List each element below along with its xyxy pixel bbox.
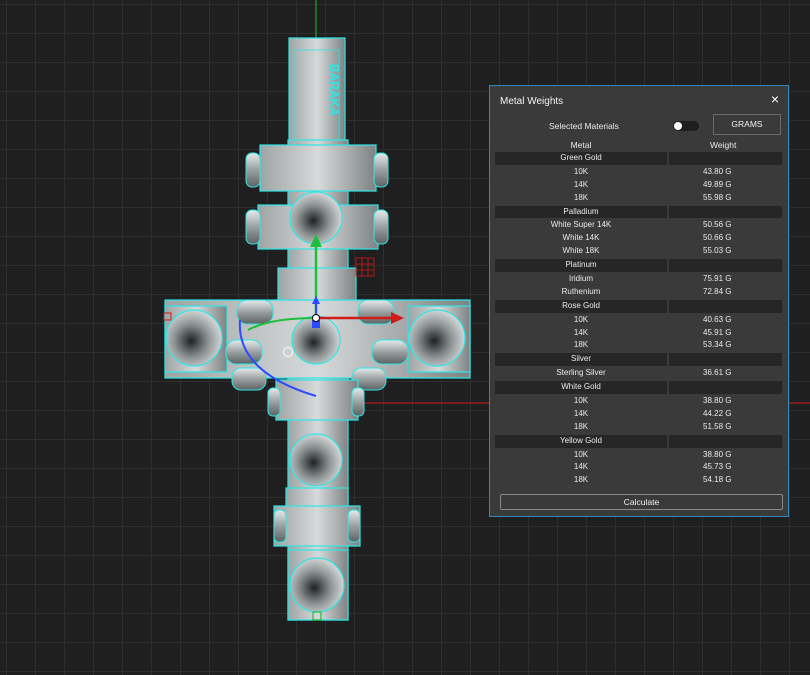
close-icon[interactable]: × (771, 92, 779, 106)
metal-name: 10K (573, 449, 589, 459)
metal-group-row: Silver (495, 353, 782, 367)
metal-weight: 44.22 G (703, 408, 732, 418)
metal-group-name: Palladium (563, 206, 599, 216)
metal-name: 10K (573, 314, 589, 324)
metal-weight: 38.80 G (703, 449, 732, 459)
metal-weight: 75.91 G (703, 274, 732, 284)
metal-weight: 40.63 G (703, 314, 732, 324)
metal-group-row: Green Gold (495, 152, 782, 165)
metal-group-name: Green Gold (560, 153, 602, 162)
metal-weights-panel: Metal Weights × Selected Materials GRAMS… (489, 85, 789, 517)
metal-weight: 51.58 G (703, 421, 732, 431)
metal-name: 10K (573, 396, 589, 406)
panel-title: Metal Weights (500, 96, 564, 107)
metal-name: White 14K (562, 233, 600, 243)
table-row: 10K 38.80 G (495, 449, 782, 462)
metal-weight: 55.98 G (703, 192, 732, 202)
metal-name: 18K (573, 192, 589, 202)
table-row: Ruthenium 72.84 G (495, 286, 782, 299)
metal-name: 18K (573, 340, 589, 350)
column-divider (667, 205, 669, 219)
table-row: White 14K 50.66 G (495, 232, 782, 245)
table-row: Sterling Silver 36.61 G (495, 367, 782, 380)
calculate-button[interactable]: Calculate (500, 494, 783, 510)
metal-weight: 55.03 G (703, 246, 732, 256)
metal-group-name: Silver (570, 354, 591, 364)
units-button[interactable]: GRAMS (713, 114, 781, 135)
metal-group-row: Platinum (495, 259, 782, 273)
column-divider (667, 434, 669, 448)
column-divider (667, 259, 669, 273)
table-row: 18K 55.98 G (495, 192, 782, 205)
metal-weight: 49.89 G (703, 179, 732, 189)
column-divider (667, 381, 669, 395)
column-header-metal: Metal (570, 140, 592, 150)
metal-group-name: Rose Gold (562, 300, 600, 310)
metal-group-row: White Gold (495, 381, 782, 395)
table-row: 18K 53.34 G (495, 339, 782, 352)
metal-weights-table: Metal Weight Green Gold 10K 43.80 G 14K 49.8… (495, 138, 782, 487)
metal-weight: 50.56 G (703, 220, 732, 230)
metal-name: 14K (573, 408, 589, 418)
metal-group-row: Rose Gold (495, 299, 782, 313)
metal-weight: 45.91 G (703, 327, 732, 337)
metal-group-name: White Gold (561, 382, 601, 392)
table-row: 18K 51.58 G (495, 421, 782, 434)
table-row: 10K 40.63 G (495, 314, 782, 327)
metal-name: Sterling Silver (556, 368, 606, 378)
engraving-text: BARAKA (327, 64, 341, 116)
metal-name: 10K (573, 166, 589, 176)
table-row: Iridium 75.91 G (495, 273, 782, 286)
metal-name: 18K (573, 475, 589, 485)
toggle-knob (674, 122, 682, 130)
column-divider (667, 299, 669, 313)
column-divider (667, 152, 669, 165)
metal-weight: 53.34 G (703, 340, 732, 350)
table-row: 10K 43.80 G (495, 166, 782, 179)
table-body: Green Gold 10K 43.80 G 14K 49.89 G 18K 55.98 G… (495, 152, 782, 487)
table-row: White Super 14K 50.56 G (495, 219, 782, 232)
metal-weight: 50.66 G (703, 233, 732, 243)
metal-weight: 72.84 G (703, 286, 732, 296)
metal-weight: 43.80 G (703, 166, 732, 176)
table-row: 14K 45.73 G (495, 461, 782, 474)
metal-group-name: Yellow Gold (560, 435, 602, 445)
metal-name: White Super 14K (550, 220, 612, 230)
grid-handle[interactable] (355, 257, 375, 277)
metal-group-name: Platinum (565, 260, 597, 270)
table-row: 10K 38.80 G (495, 395, 782, 408)
metal-group-row: Palladium (495, 205, 782, 219)
metal-name: 14K (573, 462, 589, 472)
metal-name: Iridium (568, 274, 593, 284)
metal-name: Ruthenium (561, 286, 601, 296)
column-header-weight: Weight (710, 140, 737, 150)
table-row: White 18K 55.03 G (495, 245, 782, 258)
metal-weight: 36.61 G (703, 368, 732, 378)
selected-materials-label: Selected Materials (549, 121, 619, 131)
metal-name: 14K (573, 179, 589, 189)
table-row: 14K 45.91 G (495, 327, 782, 340)
table-row: 14K 49.89 G (495, 179, 782, 192)
table-row: 18K 54.18 G (495, 474, 782, 487)
table-row: 14K 44.22 G (495, 408, 782, 421)
metal-name: White 18K (562, 246, 600, 256)
metal-group-row: Yellow Gold (495, 434, 782, 448)
column-divider (667, 353, 669, 367)
metal-weight: 38.80 G (703, 396, 732, 406)
metal-weight: 54.18 G (703, 475, 732, 485)
metal-name: 14K (573, 327, 589, 337)
cross-model[interactable]: BARAKA (164, 37, 471, 621)
selected-materials-toggle[interactable] (673, 121, 699, 131)
table-header: Metal Weight (495, 138, 782, 151)
metal-name: 18K (573, 421, 589, 431)
metal-weight: 45.73 G (703, 462, 732, 472)
